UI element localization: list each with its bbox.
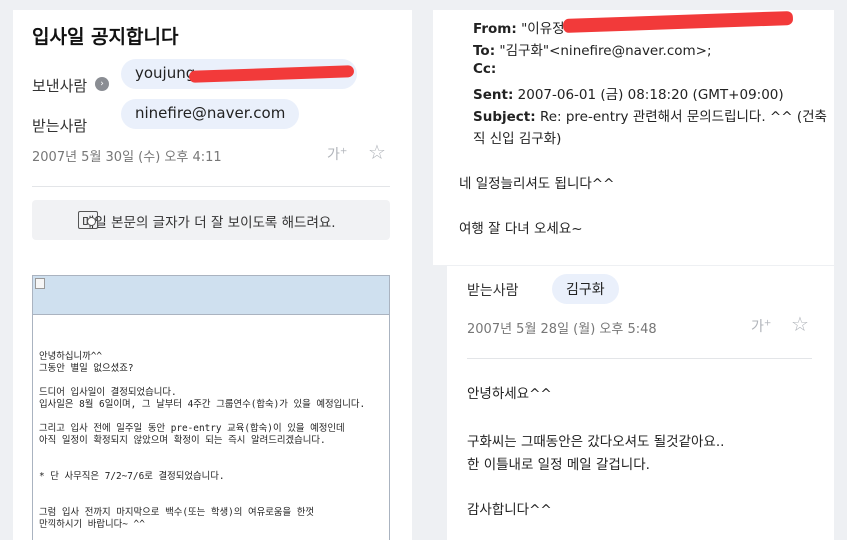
recipient-chip[interactable]: 김구화: [552, 274, 619, 304]
letter-body: 안녕하십니까^^ 그동안 별일 없으셨죠? 드디어 입사일이 결정되었습니다. 입사일…: [32, 275, 390, 540]
recipient-label: 받는사람: [32, 117, 88, 135]
divider: [467, 358, 812, 359]
reply-line: 여행 잘 다녀 오세요~: [459, 221, 583, 237]
letter-line: 아직 일정이 확정되지 않았으며 확정이 되는 즉시 알려드리겠습니다.: [39, 435, 326, 446]
cc-row: Cc:: [473, 61, 497, 77]
mail-view-left: 입사일 공지합니다 보낸사람 youjung › 받는사람 ninefire@n…: [13, 10, 412, 540]
zoom-icon: [78, 211, 98, 229]
subject-row-cont: 직 신입 김구화): [473, 131, 562, 147]
sent-row: Sent: 2007-06-01 (금) 08:18:20 (GMT+09:00…: [473, 87, 784, 103]
divider: [32, 186, 390, 187]
letter-line: 만끽하시기 바랍니다~ ^^: [39, 519, 145, 530]
reply-line: 네 일정늘리셔도 됩니다^^: [459, 176, 615, 192]
mail-date: 2007년 5월 28일 (월) 오후 5:48: [467, 322, 657, 337]
sender-info-icon[interactable]: ›: [95, 77, 109, 91]
zoom-notice-button[interactable]: 메일 본문의 글자가 더 잘 보이도록 해드려요.: [32, 200, 390, 240]
reply-header-panel: From: "이유정" To: "김구화"<ninefire@naver.com…: [433, 10, 834, 265]
star-icon[interactable]: ☆: [368, 140, 386, 164]
body-line: 감사합니다^^: [467, 502, 552, 518]
recipient-label: 받는사람: [467, 283, 519, 299]
to-row: To: "김구화"<ninefire@naver.com>;: [473, 43, 712, 59]
letter-line: 그리고 입사 전에 일주일 동안 pre-entry 교육(합숙)이 있을 예정…: [39, 423, 345, 434]
sender-label: 보낸사람: [32, 77, 88, 95]
recipient-chip[interactable]: ninefire@naver.com: [121, 99, 300, 129]
letter-line: 입사일은 8월 6일이며, 그 날부터 4주간 그룹연수(합숙)가 있을 예정입…: [39, 399, 366, 410]
mail-subject-title: 입사일 공지합니다: [32, 26, 179, 48]
letter-line: 드디어 입사일이 결정되었습니다.: [39, 387, 177, 398]
zoom-notice-text: 메일 본문의 글자가 더 잘 보이도록 해드려요.: [82, 215, 336, 231]
font-size-icon[interactable]: 가+: [327, 144, 347, 164]
recipient-name: 김구화: [566, 282, 605, 298]
letter-text: 안녕하십니까^^ 그동안 별일 없으셨죠? 드디어 입사일이 결정되었습니다. 입사일…: [33, 315, 389, 540]
star-icon[interactable]: ☆: [791, 312, 809, 336]
letter-header-image: [33, 276, 389, 315]
letter-line: 그럼 입사 전까지 마지막으로 백수(또는 학생)의 여유로움을 한껏: [39, 507, 315, 518]
body-line: 안녕하세요^^: [467, 386, 552, 402]
mail-date: 2007년 5월 30일 (수) 오후 4:11: [32, 150, 222, 165]
mail-view-right: 받는사람 김구화 2007년 5월 28일 (월) 오후 5:48 가+ ☆ 안…: [447, 266, 834, 540]
body-line: 한 이틀내로 일정 메일 갈겁니다.: [467, 457, 650, 473]
from-row: From: "이유정": [473, 21, 571, 37]
redaction-mark: [562, 10, 794, 34]
letter-line: 안녕하십니까^^: [39, 351, 103, 362]
recipient-address: ninefire@naver.com: [135, 104, 286, 122]
sender-address: youjung: [135, 64, 196, 82]
font-size-icon[interactable]: 가+: [751, 316, 771, 336]
broken-image-icon: [35, 278, 45, 289]
letter-line: * 단 사무직은 7/2~7/6로 결정되었습니다.: [39, 471, 225, 482]
subject-row: Subject: Re: pre-entry 관련해서 문의드립니다. ^^ (…: [473, 109, 827, 125]
body-line: 구화씨는 그때동안은 갔다오셔도 될것같아요..: [467, 434, 725, 450]
letter-line: 그동안 별일 없으셨죠?: [39, 363, 134, 374]
